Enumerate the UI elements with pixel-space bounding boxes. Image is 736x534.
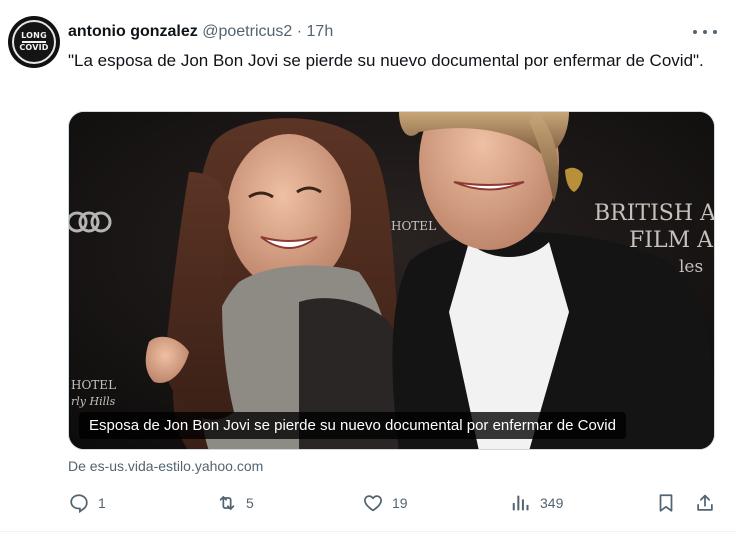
tweet-header: antonio gonzalez @poetricus2 · 17h	[68, 22, 333, 42]
card-source[interactable]: De es-us.vida-estilo.yahoo.com	[68, 458, 263, 474]
share-button[interactable]	[694, 490, 716, 516]
avatar-line-2: COVID	[19, 43, 49, 52]
views-count: 349	[540, 495, 564, 511]
heart-icon	[364, 495, 382, 512]
share-icon	[697, 494, 713, 511]
backdrop-text-4: HOTEL	[71, 378, 116, 392]
timestamp[interactable]: 17h	[307, 23, 334, 40]
views-icon	[512, 495, 529, 511]
bookmark-icon	[659, 494, 673, 512]
long-covid-logo: LONG COVID	[12, 20, 56, 64]
card-image: BRITISH AC FILM A les HOTEL rly Hills HO…	[69, 112, 715, 449]
avatar-line-1: LONG	[21, 31, 47, 40]
backdrop-text-2: FILM A	[629, 228, 714, 253]
author-name[interactable]: antonio gonzalez	[68, 23, 198, 40]
tweet-text: "La esposa de Jon Bon Jovi se pierde su …	[68, 51, 704, 70]
link-card[interactable]: BRITISH AC FILM A les HOTEL rly Hills HO…	[68, 111, 715, 450]
bookmark-button[interactable]	[655, 490, 677, 516]
author-handle[interactable]: @poetricus2	[202, 23, 292, 40]
reply-count: 1	[98, 495, 106, 511]
avatar[interactable]: LONG COVID	[8, 16, 60, 68]
backdrop-text-6: HOTEL	[391, 219, 436, 233]
like-count: 19	[392, 495, 408, 511]
reply-button[interactable]: 1	[68, 490, 106, 516]
backdrop-text-1: BRITISH AC	[594, 201, 715, 226]
separator-dot: ·	[296, 23, 303, 40]
reply-icon	[70, 494, 88, 514]
retweet-count: 5	[246, 495, 254, 511]
retweet-icon	[219, 496, 235, 510]
card-caption: Esposa de Jon Bon Jovi se pierde su nuev…	[79, 412, 626, 439]
more-options-icon[interactable]	[693, 22, 717, 42]
retweet-button[interactable]: 5	[216, 490, 254, 516]
like-button[interactable]: 19	[362, 490, 408, 516]
tweet-divider	[0, 531, 736, 532]
action-bar: 1 5 19 349	[68, 490, 718, 516]
backdrop-text-3: les	[679, 257, 703, 277]
views-button[interactable]: 349	[510, 490, 563, 516]
backdrop-text-5: rly Hills	[71, 395, 116, 408]
